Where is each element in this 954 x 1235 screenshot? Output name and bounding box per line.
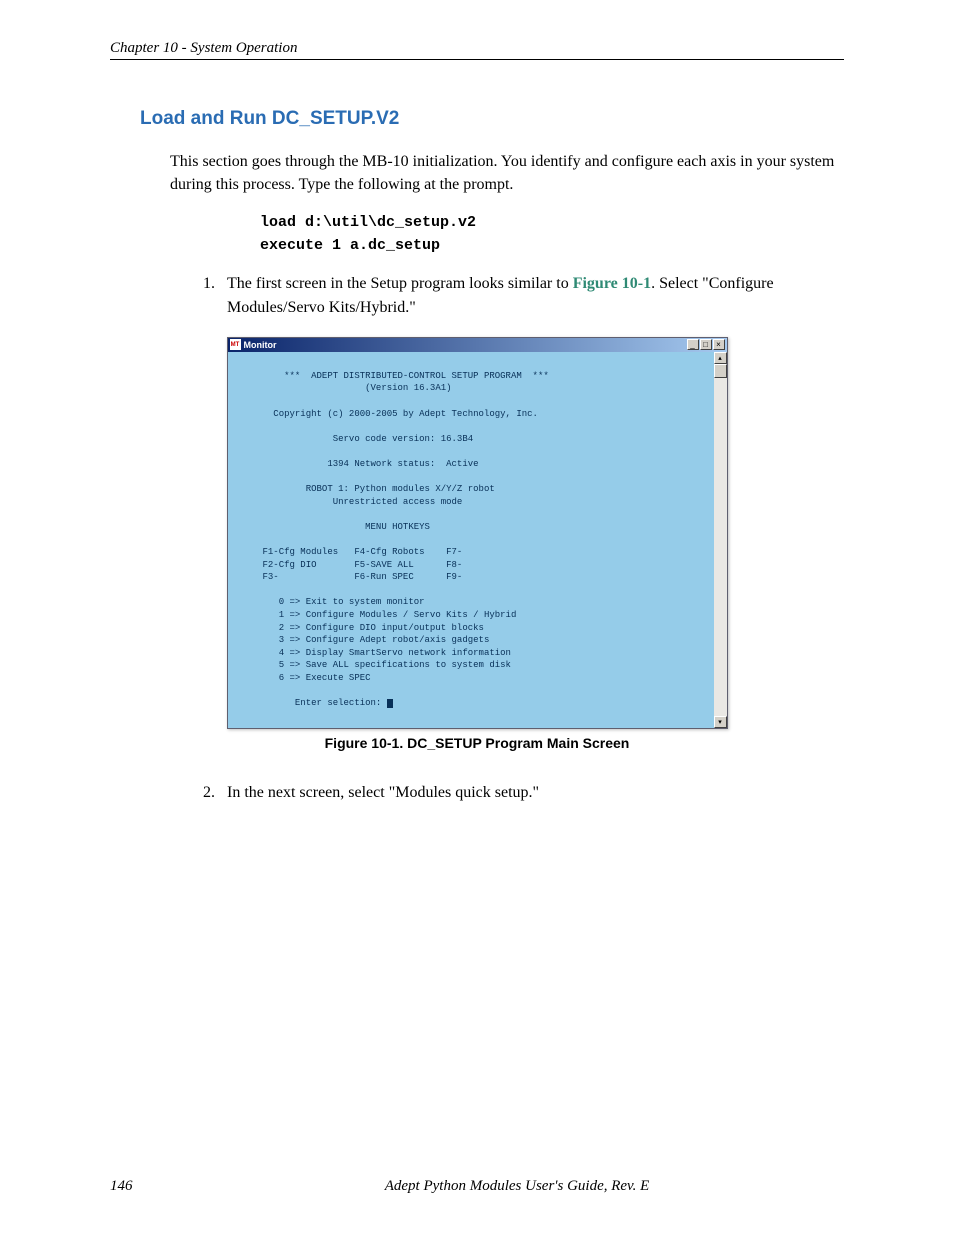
- vertical-scrollbar[interactable]: ▴ ▾: [714, 352, 727, 728]
- scroll-up-button[interactable]: ▴: [714, 352, 727, 364]
- code-line-1: load d:\util\dc_setup.v2: [260, 214, 844, 231]
- section-title: Load and Run DC_SETUP.V2: [140, 108, 844, 130]
- section-intro: This section goes through the MB-10 init…: [170, 150, 844, 196]
- step-1-text: The first screen in the Setup program lo…: [227, 272, 844, 318]
- step-2: 2. In the next screen, select "Modules q…: [185, 781, 844, 804]
- header-rule: [110, 59, 844, 60]
- scroll-track[interactable]: [714, 378, 727, 716]
- maximize-button[interactable]: □: [700, 339, 712, 350]
- close-button[interactable]: ×: [713, 339, 725, 350]
- page-footer: 146 Adept Python Modules User's Guide, R…: [110, 1178, 844, 1195]
- step-1-number: 1.: [185, 272, 227, 318]
- monitor-window: MT Monitor _ □ × *** ADEPT DISTRIBUTED-C…: [227, 337, 728, 729]
- step-1: 1. The first screen in the Setup program…: [185, 272, 844, 318]
- figure-reference-link[interactable]: Figure 10-1: [573, 275, 651, 292]
- footer-title: Adept Python Modules User's Guide, Rev. …: [190, 1178, 844, 1195]
- figure-caption: Figure 10-1. DC_SETUP Program Main Scree…: [110, 735, 844, 751]
- cursor-icon: [387, 699, 393, 708]
- minimize-button[interactable]: _: [687, 339, 699, 350]
- step-1-pre: The first screen in the Setup program lo…: [227, 275, 573, 292]
- window-title: Monitor: [244, 340, 277, 350]
- scroll-thumb[interactable]: [714, 364, 727, 378]
- chapter-header: Chapter 10 - System Operation: [110, 40, 844, 57]
- app-icon: MT: [230, 339, 241, 350]
- scroll-down-button[interactable]: ▾: [714, 716, 727, 728]
- step-2-text: In the next screen, select "Modules quic…: [227, 781, 844, 804]
- step-2-number: 2.: [185, 781, 227, 804]
- code-line-2: execute 1 a.dc_setup: [260, 237, 844, 254]
- terminal-content: *** ADEPT DISTRIBUTED-CONTROL SETUP PROG…: [228, 352, 714, 728]
- window-title-bar[interactable]: MT Monitor _ □ ×: [228, 338, 727, 352]
- page-number: 146: [110, 1178, 190, 1195]
